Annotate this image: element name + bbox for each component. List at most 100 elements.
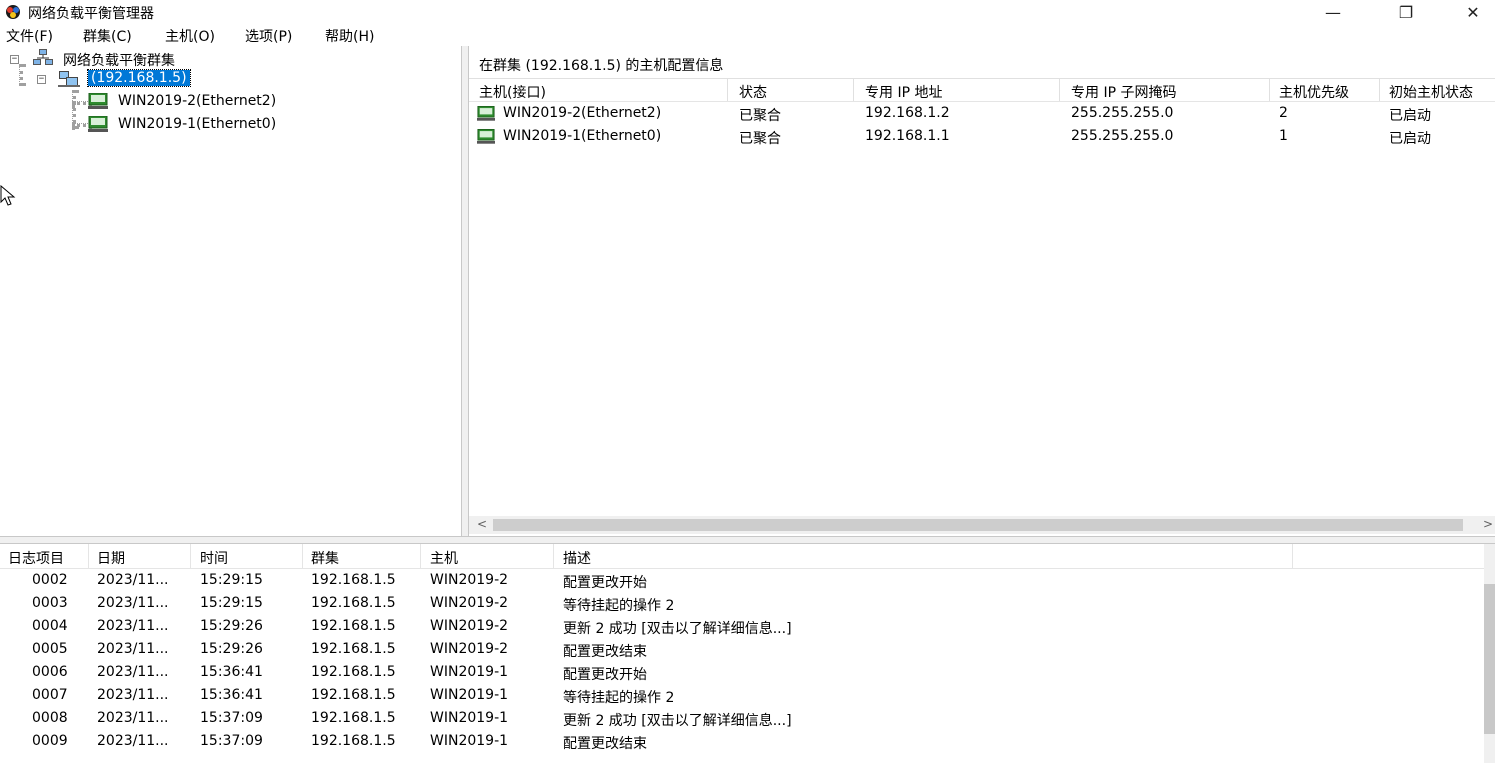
log-row[interactable]: 0006 2023/11... 15:36:41 192.168.1.5 WIN… — [0, 661, 1484, 684]
log-desc-cell: 配置更改开始 — [563, 575, 647, 591]
log-cluster-cell: 192.168.1.5 — [311, 618, 396, 634]
host-icon — [477, 129, 495, 144]
log-desc-cell: 配置更改开始 — [563, 667, 647, 683]
column-divider[interactable] — [88, 544, 89, 568]
log-row[interactable]: 0005 2023/11... 15:29:26 192.168.1.5 WIN… — [0, 638, 1484, 661]
horizontal-scrollbar[interactable]: < > — [469, 516, 1495, 534]
column-header-ip[interactable]: 专用 IP 地址 — [865, 82, 942, 102]
column-divider[interactable] — [853, 79, 854, 101]
log-id-cell: 0006 — [32, 664, 68, 680]
scrollbar-thumb[interactable] — [493, 519, 1463, 531]
menu-host[interactable]: 主机(O) — [165, 26, 215, 46]
tree-connector — [19, 64, 23, 86]
column-divider[interactable] — [1059, 79, 1060, 101]
log-cluster-cell: 192.168.1.5 — [311, 664, 396, 680]
column-divider[interactable] — [1269, 79, 1270, 101]
column-header-log-id[interactable]: 日志项目 — [8, 548, 64, 568]
close-icon: ✕ — [1466, 2, 1480, 22]
menu-options[interactable]: 选项(P) — [245, 26, 292, 46]
log-host-cell: WIN2019-2 — [430, 595, 509, 611]
status-cell: 已聚合 — [739, 131, 781, 147]
minimize-button[interactable]: — — [1310, 0, 1356, 24]
log-desc-cell: 配置更改结束 — [563, 644, 647, 660]
scroll-left-icon[interactable]: < — [477, 517, 487, 531]
column-header-description[interactable]: 描述 — [563, 548, 591, 568]
column-divider[interactable] — [190, 544, 191, 568]
title-bar: 网络负载平衡管理器 — ❐ ✕ — [0, 0, 1495, 24]
priority-cell: 1 — [1279, 128, 1288, 144]
collapse-icon[interactable]: − — [10, 55, 19, 64]
log-row[interactable]: 0003 2023/11... 15:29:15 192.168.1.5 WIN… — [0, 592, 1484, 615]
table-row[interactable]: WIN2019-2(Ethernet2) 已聚合 192.168.1.2 255… — [469, 103, 1495, 125]
log-row[interactable]: 0007 2023/11... 15:36:41 192.168.1.5 WIN… — [0, 684, 1484, 707]
log-row[interactable]: 0002 2023/11... 15:29:15 192.168.1.5 WIN… — [0, 569, 1484, 592]
tree-host-node[interactable]: WIN2019-1(Ethernet0) — [118, 116, 276, 132]
log-desc-cell: 更新 2 成功 [双击以了解详细信息...] — [563, 621, 792, 637]
restore-button[interactable]: ❐ — [1383, 0, 1429, 24]
log-date-cell: 2023/11... — [97, 733, 169, 749]
log-row[interactable]: 0009 2023/11... 15:37:09 192.168.1.5 WIN… — [0, 730, 1484, 753]
log-time-cell: 15:29:26 — [200, 618, 263, 634]
column-divider[interactable] — [553, 544, 554, 568]
column-divider[interactable] — [302, 544, 303, 568]
column-header-host[interactable]: 主机(接口) — [479, 82, 546, 102]
column-divider[interactable] — [1292, 544, 1293, 568]
mouse-cursor-icon — [0, 185, 16, 206]
vertical-scrollbar[interactable] — [1484, 544, 1495, 763]
log-id-cell: 0007 — [32, 687, 68, 703]
host-config-panel: 在群集 (192.168.1.5) 的主机配置信息 主机(接口) 状态 专用 I… — [469, 46, 1495, 536]
column-header-date[interactable]: 日期 — [97, 548, 125, 568]
log-host-cell: WIN2019-2 — [430, 572, 509, 588]
menu-cluster[interactable]: 群集(C) — [83, 26, 132, 46]
vertical-splitter[interactable] — [461, 46, 469, 536]
log-row[interactable]: 0008 2023/11... 15:37:09 192.168.1.5 WIN… — [0, 707, 1484, 730]
log-host-cell: WIN2019-1 — [430, 687, 509, 703]
log-time-cell: 15:29:26 — [200, 641, 263, 657]
column-header-priority[interactable]: 主机优先级 — [1279, 82, 1349, 102]
table-row[interactable]: WIN2019-1(Ethernet0) 已聚合 192.168.1.1 255… — [469, 126, 1495, 148]
restore-icon: ❐ — [1398, 2, 1414, 22]
log-table-header: 日志项目 日期 时间 群集 主机 描述 — [0, 544, 1484, 569]
scrollbar-thumb[interactable] — [1484, 584, 1495, 734]
column-header-host[interactable]: 主机 — [430, 548, 458, 568]
ip-cell: 192.168.1.2 — [865, 105, 950, 121]
column-header-initial-state[interactable]: 初始主机状态 — [1389, 82, 1473, 102]
menu-bar: 文件(F) 群集(C) 主机(O) 选项(P) 帮助(H) — [0, 24, 1495, 46]
log-date-cell: 2023/11... — [97, 572, 169, 588]
column-divider[interactable] — [727, 79, 728, 101]
horizontal-splitter[interactable] — [0, 536, 1495, 544]
column-divider[interactable] — [420, 544, 421, 568]
window-title: 网络负载平衡管理器 — [28, 6, 154, 22]
log-date-cell: 2023/11... — [97, 710, 169, 726]
log-time-cell: 15:29:15 — [200, 595, 263, 611]
log-id-cell: 0008 — [32, 710, 68, 726]
tree-host-node[interactable]: WIN2019-2(Ethernet2) — [118, 93, 276, 109]
tree-root-label[interactable]: 网络负载平衡群集 — [63, 50, 175, 70]
mask-cell: 255.255.255.0 — [1071, 105, 1174, 121]
cluster-tree[interactable]: − 网络负载平衡群集 − (192.168.1.5) WIN2019-2(Eth… — [0, 46, 462, 536]
host-icon — [88, 116, 108, 132]
menu-file[interactable]: 文件(F) — [6, 26, 53, 46]
log-date-cell: 2023/11... — [97, 618, 169, 634]
log-row[interactable]: 0004 2023/11... 15:29:26 192.168.1.5 WIN… — [0, 615, 1484, 638]
column-header-mask[interactable]: 专用 IP 子网掩码 — [1071, 82, 1176, 102]
log-date-cell: 2023/11... — [97, 641, 169, 657]
column-header-status[interactable]: 状态 — [739, 82, 767, 102]
close-button[interactable]: ✕ — [1450, 0, 1495, 24]
column-divider[interactable] — [1379, 79, 1380, 101]
log-cluster-cell: 192.168.1.5 — [311, 641, 396, 657]
initial-state-cell: 已启动 — [1389, 131, 1431, 147]
collapse-icon[interactable]: − — [37, 75, 46, 84]
column-header-cluster[interactable]: 群集 — [311, 548, 339, 568]
scroll-right-icon[interactable]: > — [1483, 517, 1493, 531]
column-header-time[interactable]: 时间 — [200, 548, 228, 568]
tree-cluster-node[interactable]: (192.168.1.5) — [87, 69, 191, 87]
cluster-icon — [58, 71, 80, 87]
log-host-cell: WIN2019-2 — [430, 641, 509, 657]
host-config-caption: 在群集 (192.168.1.5) 的主机配置信息 — [479, 58, 724, 74]
host-cell: WIN2019-2(Ethernet2) — [503, 105, 662, 121]
log-cluster-cell: 192.168.1.5 — [311, 572, 396, 588]
log-desc-cell: 等待挂起的操作 2 — [563, 690, 675, 706]
menu-help[interactable]: 帮助(H) — [325, 26, 374, 46]
priority-cell: 2 — [1279, 105, 1288, 121]
